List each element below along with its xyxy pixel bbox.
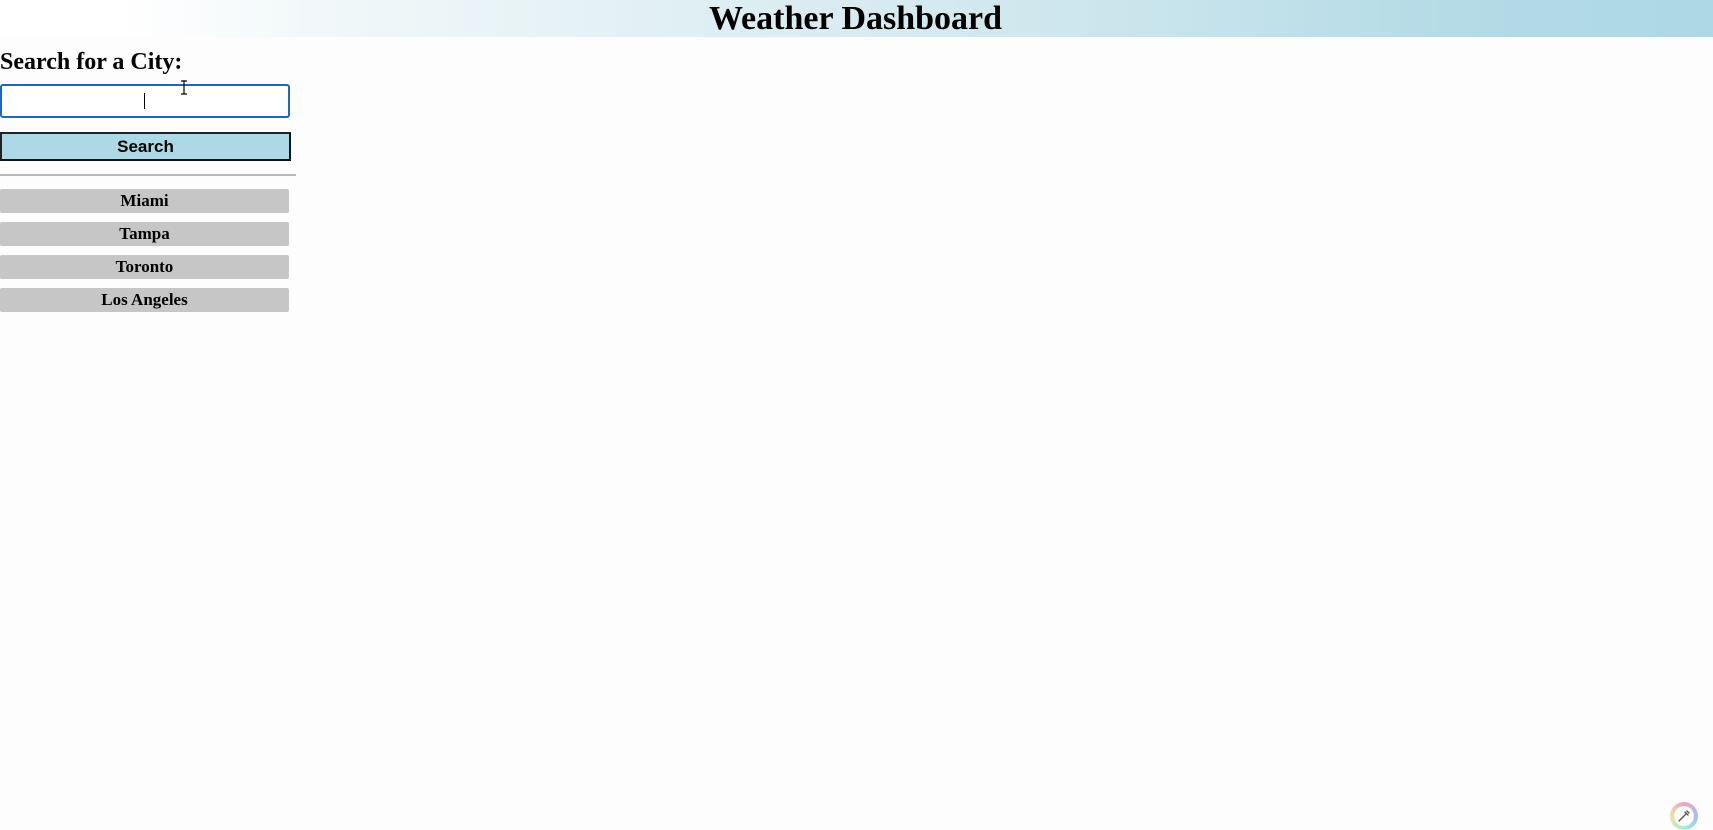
search-button[interactable]: Search xyxy=(0,132,291,161)
history-city-button[interactable]: Miami xyxy=(0,189,289,213)
text-caret xyxy=(144,93,145,109)
history-city-button[interactable]: Los Angeles xyxy=(0,288,289,312)
page-title: Weather Dashboard xyxy=(708,0,1003,37)
search-label: Search for a City: xyxy=(0,49,183,75)
history-city-button[interactable]: Tampa xyxy=(0,222,289,246)
city-search-input[interactable] xyxy=(0,84,290,118)
color-picker-icon-inner xyxy=(1674,806,1694,826)
history-city-button[interactable]: Toronto xyxy=(0,255,289,279)
color-picker-icon[interactable] xyxy=(1670,802,1698,830)
eyedropper-icon xyxy=(1678,810,1690,822)
page-header: Weather Dashboard xyxy=(0,0,1713,37)
sidebar-divider xyxy=(0,174,296,176)
ibeam-cursor-icon xyxy=(181,80,187,95)
search-history-list: Miami Tampa Toronto Los Angeles xyxy=(0,189,289,321)
